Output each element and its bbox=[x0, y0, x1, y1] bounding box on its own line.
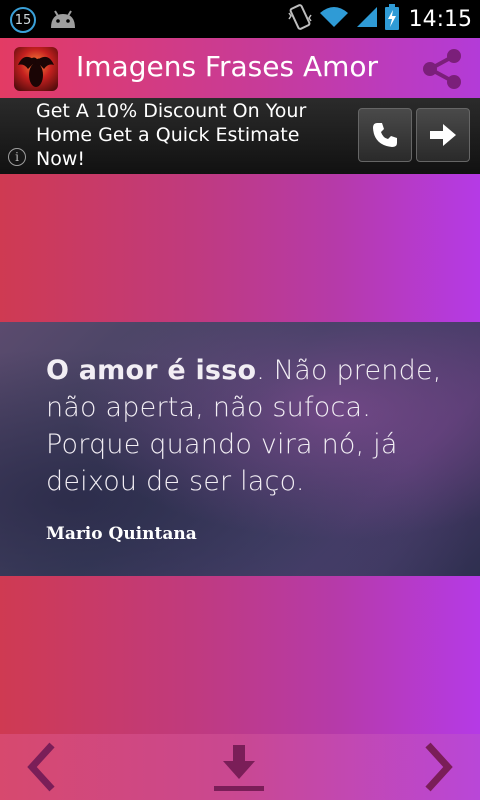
ad-banner[interactable]: Get A 10% Discount On Your Home Get a Qu… bbox=[0, 98, 480, 174]
share-icon bbox=[423, 49, 461, 89]
download-icon bbox=[214, 745, 264, 791]
bottom-bar bbox=[0, 734, 480, 800]
next-button[interactable] bbox=[410, 740, 464, 794]
ad-go-button[interactable] bbox=[416, 108, 470, 162]
vibrate-icon bbox=[287, 3, 313, 35]
quote-author: Mario Quintana bbox=[46, 524, 197, 544]
download-button[interactable] bbox=[212, 740, 266, 794]
phone-icon bbox=[373, 123, 397, 147]
app-icon bbox=[14, 47, 58, 91]
previous-button[interactable] bbox=[16, 740, 70, 794]
android-icon bbox=[48, 8, 78, 34]
battery-charging-icon bbox=[384, 4, 399, 34]
chevron-left-icon bbox=[27, 742, 55, 792]
share-button[interactable] bbox=[418, 46, 466, 92]
arrow-right-icon bbox=[430, 124, 456, 146]
chevron-right-icon bbox=[425, 742, 453, 792]
quote-text: O amor é isso. Não prende, não aperta, n… bbox=[46, 352, 466, 500]
clock: 14:15 bbox=[408, 6, 472, 32]
notification-count-icon: 15 bbox=[10, 7, 36, 33]
status-bar: 15 14:15 bbox=[0, 0, 480, 38]
wifi-icon bbox=[319, 5, 349, 33]
info-icon[interactable]: i bbox=[8, 148, 26, 166]
image-viewer: O amor é isso. Não prende, não aperta, n… bbox=[0, 174, 480, 734]
ad-call-button[interactable] bbox=[358, 108, 412, 162]
app-bar: Imagens Frases Amor bbox=[0, 38, 480, 98]
signal-icon bbox=[355, 5, 379, 33]
ad-text[interactable]: Get A 10% Discount On Your Home Get a Qu… bbox=[36, 99, 346, 171]
app-title: Imagens Frases Amor bbox=[76, 50, 379, 83]
quote-bold-text: O amor é isso bbox=[46, 355, 257, 386]
quote-image: O amor é isso. Não prende, não aperta, n… bbox=[0, 322, 480, 576]
